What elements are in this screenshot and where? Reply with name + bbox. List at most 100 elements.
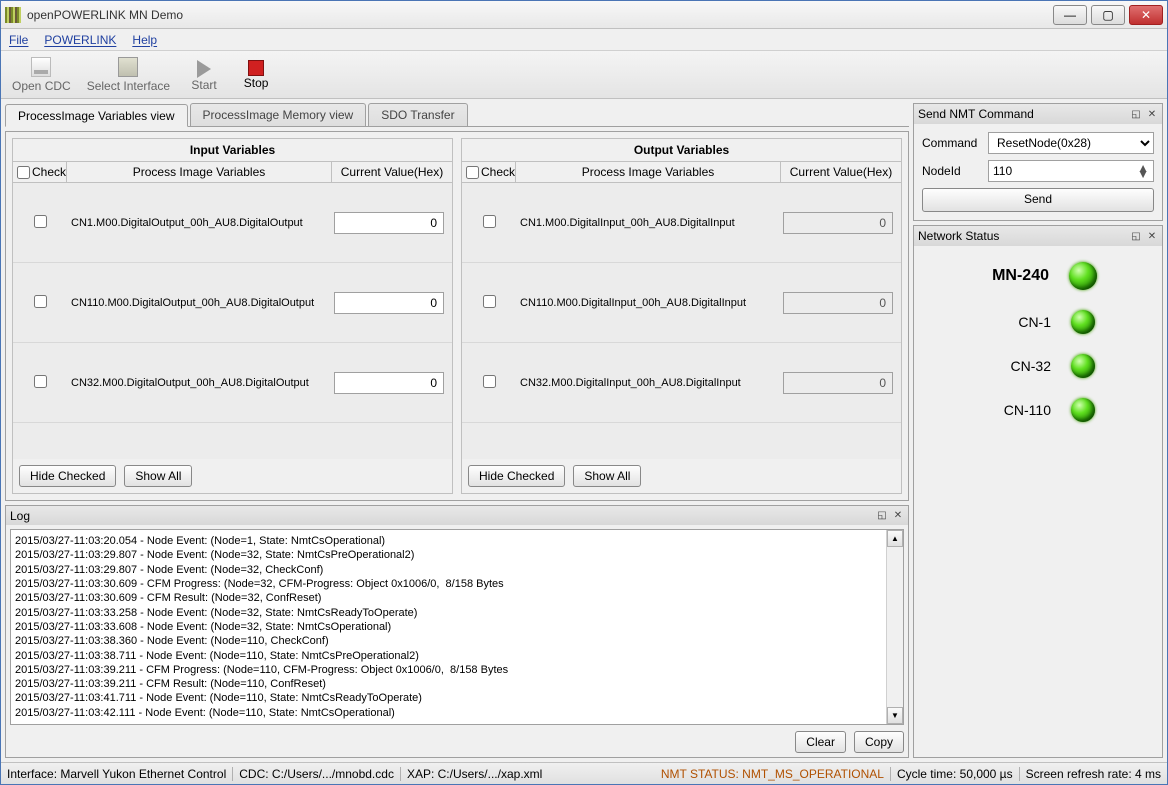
interface-icon [118, 57, 138, 77]
value-header-label-2: Current Value(Hex) [781, 162, 901, 182]
status-led-icon [1071, 398, 1095, 422]
status-interface: Interface: Marvell Yukon Ethernet Contro… [7, 767, 226, 781]
minimize-button[interactable]: — [1053, 5, 1087, 25]
variable-name: CN110.M00.DigitalOutput_00h_AU8.DigitalO… [67, 297, 334, 309]
status-nmt: NMT STATUS: NMT_MS_OPERATIONAL [661, 767, 884, 781]
output-show-all-button[interactable]: Show All [573, 465, 641, 487]
restore-icon[interactable]: ◱ [1130, 108, 1142, 120]
select-interface-button[interactable]: Select Interface [80, 53, 177, 97]
status-cdc: CDC: C:/Users/.../mnobd.cdc [239, 767, 394, 781]
log-title-text: Log [10, 509, 30, 523]
row-checkbox[interactable] [34, 375, 47, 388]
nmt-command-dock: Send NMT Command ◱ ✕ Command ResetNode(0… [913, 103, 1163, 221]
output-variables-title: Output Variables [462, 139, 901, 162]
scroll-down-icon[interactable]: ▼ [887, 707, 903, 724]
app-icon [5, 7, 21, 23]
stop-button[interactable]: Stop [231, 53, 281, 97]
input-check-all[interactable] [17, 166, 30, 179]
status-led-icon [1071, 310, 1095, 334]
menu-file[interactable]: File [9, 33, 28, 47]
row-checkbox[interactable] [483, 295, 496, 308]
row-checkbox[interactable] [34, 215, 47, 228]
log-text: 2015/03/27-11:03:20.054 - Node Event: (N… [11, 530, 886, 724]
document-icon [31, 57, 51, 77]
variable-row: CN110.M00.DigitalInput_00h_AU8.DigitalIn… [462, 263, 901, 343]
select-interface-label: Select Interface [87, 79, 170, 93]
status-refresh: Screen refresh rate: 4 ms [1026, 767, 1161, 781]
stop-label: Stop [244, 76, 269, 90]
value-input[interactable] [334, 372, 444, 394]
nodeid-spinbox[interactable]: 110 ▲▼ [988, 160, 1154, 182]
play-icon [197, 60, 211, 78]
app-window: openPOWERLINK MN Demo — ▢ ✕ File POWERLI… [0, 0, 1168, 785]
name-header-label: Process Image Variables [67, 162, 332, 182]
row-checkbox[interactable] [483, 375, 496, 388]
nmt-title: Send NMT Command [918, 107, 1034, 121]
nodeid-value: 110 [993, 164, 1012, 178]
titlebar: openPOWERLINK MN Demo — ▢ ✕ [1, 1, 1167, 29]
close-button[interactable]: ✕ [1129, 5, 1163, 25]
log-copy-button[interactable]: Copy [854, 731, 904, 753]
row-checkbox[interactable] [483, 215, 496, 228]
value-header-label: Current Value(Hex) [332, 162, 452, 182]
menu-powerlink[interactable]: POWERLINK [44, 33, 116, 47]
value-input[interactable] [334, 292, 444, 314]
variables-container: Input Variables Check Process Image Vari… [5, 131, 909, 501]
variable-row: CN32.M00.DigitalInput_00h_AU8.DigitalInp… [462, 343, 901, 423]
maximize-button[interactable]: ▢ [1091, 5, 1125, 25]
node-label: CN-32 [981, 358, 1051, 374]
row-checkbox[interactable] [34, 295, 47, 308]
tab-variables[interactable]: ProcessImage Variables view [5, 104, 188, 127]
variable-row: CN110.M00.DigitalOutput_00h_AU8.DigitalO… [13, 263, 452, 343]
variable-name: CN32.M00.DigitalOutput_00h_AU8.DigitalOu… [67, 377, 334, 389]
mn-label: MN-240 [979, 267, 1049, 285]
command-select[interactable]: ResetNode(0x28) [988, 132, 1154, 154]
send-button[interactable]: Send [922, 188, 1154, 212]
variable-name: CN110.M00.DigitalInput_00h_AU8.DigitalIn… [516, 297, 783, 309]
start-label: Start [191, 78, 216, 92]
chevron-down-icon[interactable]: ▼ [1137, 171, 1149, 177]
menu-help[interactable]: Help [132, 33, 157, 47]
window-title: openPOWERLINK MN Demo [27, 8, 1053, 22]
input-variables-panel: Input Variables Check Process Image Vari… [12, 138, 453, 494]
variable-row: CN1.M00.DigitalInput_00h_AU8.DigitalInpu… [462, 183, 901, 263]
status-led-icon [1071, 354, 1095, 378]
output-check-all[interactable] [466, 166, 479, 179]
variable-name: CN32.M00.DigitalInput_00h_AU8.DigitalInp… [516, 377, 783, 389]
scroll-up-icon[interactable]: ▲ [887, 530, 903, 547]
variable-name: CN1.M00.DigitalOutput_00h_AU8.DigitalOut… [67, 217, 334, 229]
open-cdc-label: Open CDC [12, 79, 71, 93]
tab-strip: ProcessImage Variables view ProcessImage… [5, 103, 909, 127]
value-input[interactable] [334, 212, 444, 234]
open-cdc-button[interactable]: Open CDC [5, 53, 78, 97]
start-button[interactable]: Start [179, 53, 229, 97]
close-icon[interactable]: ✕ [1146, 230, 1158, 242]
statusbar: Interface: Marvell Yukon Ethernet Contro… [1, 762, 1167, 784]
stop-icon [248, 60, 264, 76]
restore-icon[interactable]: ◱ [1130, 230, 1142, 242]
close-icon[interactable]: ✕ [892, 510, 904, 522]
output-hide-checked-button[interactable]: Hide Checked [468, 465, 565, 487]
network-status-title: Network Status [918, 229, 999, 243]
node-label: CN-110 [981, 402, 1051, 418]
input-hide-checked-button[interactable]: Hide Checked [19, 465, 116, 487]
value-input [783, 212, 893, 234]
name-header-label-2: Process Image Variables [516, 162, 781, 182]
close-icon[interactable]: ✕ [1146, 108, 1158, 120]
status-cycle: Cycle time: 50,000 µs [897, 767, 1013, 781]
restore-icon[interactable]: ◱ [876, 510, 888, 522]
check-header-label: Check [32, 165, 66, 179]
toolbar: Open CDC Select Interface Start Stop [1, 51, 1167, 99]
variable-name: CN1.M00.DigitalInput_00h_AU8.DigitalInpu… [516, 217, 783, 229]
tab-memory[interactable]: ProcessImage Memory view [190, 103, 367, 126]
variable-row: CN1.M00.DigitalOutput_00h_AU8.DigitalOut… [13, 183, 452, 263]
tab-sdo[interactable]: SDO Transfer [368, 103, 467, 126]
log-clear-button[interactable]: Clear [795, 731, 846, 753]
log-scrollbar[interactable]: ▲ ▼ [886, 530, 903, 724]
output-variables-panel: Output Variables Check Process Image Var… [461, 138, 902, 494]
content-area: ProcessImage Variables view ProcessImage… [1, 99, 1167, 762]
value-input [783, 292, 893, 314]
input-show-all-button[interactable]: Show All [124, 465, 192, 487]
value-input [783, 372, 893, 394]
check-header-label-2: Check [481, 165, 515, 179]
